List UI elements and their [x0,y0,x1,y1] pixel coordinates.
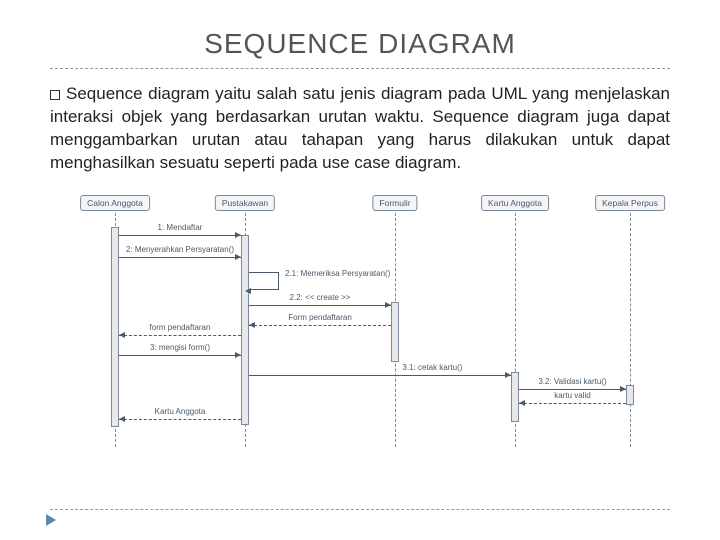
msg-label: Kartu Anggota [155,407,206,416]
msg-label: 3: mengisi form() [150,343,210,352]
lifeline-kartu-anggota: Kartu Anggota [481,195,549,211]
msg-label: form pendaftaran [150,323,211,332]
description-paragraph: Sequence diagram yaitu salah satu jenis … [50,83,670,175]
msg-self-memeriksa [249,272,279,290]
msg-label: 3.2: Validasi kartu() [538,377,606,386]
msg-label: 2: Menyerahkan Persyaratan() [126,245,234,254]
bullet-icon [50,90,60,100]
lifeline-dash [630,213,631,447]
lifeline-pustakawan: Pustakawan [215,195,275,211]
activation-bar [241,235,249,425]
lifeline-kepala-perpus: Kepala Perpus [595,195,665,211]
body-remainder: diagram yaitu salah satu jenis diagram p… [50,84,670,172]
msg-label: kartu valid [554,391,590,400]
page-title: SEQUENCE DIAGRAM [50,28,670,60]
msg-label: 1: Mendaftar [158,223,203,232]
msg-label: Form pendaftaran [288,313,352,322]
activation-bar [391,302,399,362]
footer-divider [50,509,670,510]
activation-bar [111,227,119,427]
msg-label: 2.2: << create >> [290,293,351,302]
activation-bar [626,385,634,405]
title-divider [50,68,670,69]
msg-label: 2.1: Memeriksa Persyaratan() [285,269,390,278]
lead-word: Sequence [66,84,143,103]
activation-bar [511,372,519,422]
msg-label: 3.1: cetak kartu() [402,363,462,372]
lifeline-formulir: Formulir [372,195,417,211]
sequence-diagram: Calon Anggota Pustakawan Formulir Kartu … [60,187,660,447]
play-icon [46,514,56,526]
lifeline-calon-anggota: Calon Anggota [80,195,150,211]
